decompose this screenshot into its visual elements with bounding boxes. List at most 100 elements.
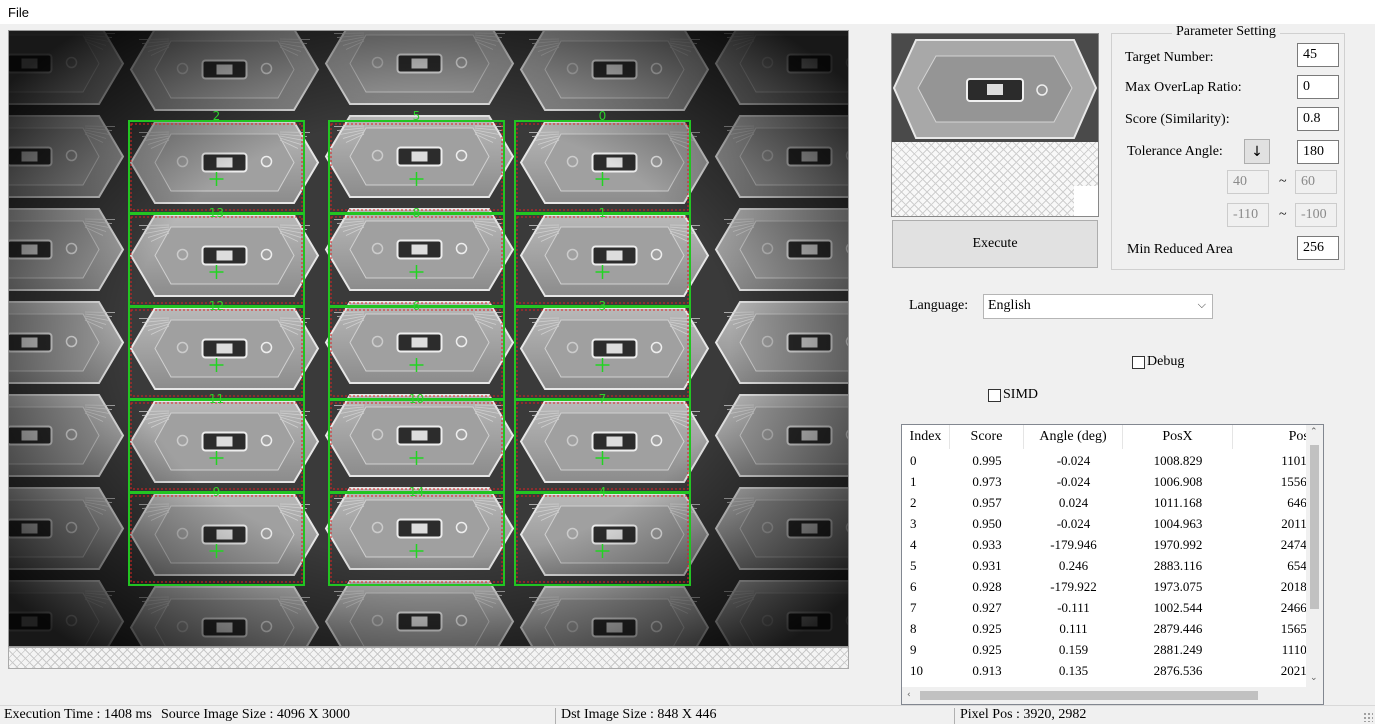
table-cell-index: 5 <box>910 558 917 573</box>
results-table[interactable]: Index Score Angle (deg) PosX PosY 0 0.995… <box>901 424 1324 705</box>
table-header: Index Score Angle (deg) PosX PosY <box>902 425 1319 449</box>
horizontal-scroll-thumb[interactable] <box>920 691 1258 700</box>
match-index-label: 5 <box>413 109 421 123</box>
debug-checkbox[interactable]: Debug <box>1132 354 1184 370</box>
table-row[interactable]: 20.9570.0241011.168646.23 <box>902 492 1323 513</box>
match-index-label: 8 <box>413 206 421 220</box>
table-row[interactable]: 0 0.995 -0.024 1008.829 1101.06 <box>902 450 1323 471</box>
table-cell-index: 0 <box>910 453 917 468</box>
max-overlap-input[interactable] <box>1297 75 1339 99</box>
match-index-label: 13 <box>209 206 224 220</box>
match-index-label: 11 <box>209 392 224 406</box>
table-cell-posx: 1011.168 <box>1153 495 1203 510</box>
chevron-down-icon: ⌵ <box>1197 298 1206 311</box>
match-index-label: 6 <box>413 299 421 313</box>
match-index-label: 1 <box>599 206 607 220</box>
table-cell-score: 0.925 <box>972 642 1002 657</box>
scroll-down-icon[interactable]: ⌄ <box>1310 673 1318 683</box>
table-row[interactable]: 6 0.928 -179.922 1973.075 2018.75 <box>902 576 1323 597</box>
table-cell-angle-deg: -0.024 <box>1056 516 1091 531</box>
column-header-score[interactable]: Score <box>950 425 1024 449</box>
viewport-empty-area <box>8 647 849 669</box>
table-cell-angle-deg: -0.024 <box>1056 453 1091 468</box>
table-cell-posx: 1004.963 <box>1153 516 1203 531</box>
resize-grip[interactable] <box>1363 712 1373 722</box>
menu-bar: File <box>0 0 1375 24</box>
table-row[interactable]: 10 0.913 0.135 2876.536 2021.00 <box>902 660 1323 681</box>
table-horizontal-scrollbar[interactable]: ‹ <box>902 687 1323 704</box>
column-header-angle[interactable]: Angle (deg) <box>1024 425 1123 449</box>
match-index-label: 10 <box>409 392 424 406</box>
angle-range2-to-input[interactable] <box>1295 203 1337 227</box>
match-index-label: 0 <box>599 109 607 123</box>
table-cell-index: 7 <box>910 600 917 615</box>
tolerance-mode-button[interactable]: ↓ <box>1244 139 1270 164</box>
language-selected-value: English <box>988 298 1031 313</box>
table-cell-posx: 2876.536 <box>1153 663 1203 678</box>
angle-range1-to-input[interactable] <box>1295 170 1337 194</box>
debug-label: Debug <box>1147 354 1185 369</box>
table-row[interactable]: 3 0.950 -0.024 1004.963 2011.38 <box>902 513 1323 534</box>
table-cell-score: 0.933 <box>972 537 1002 552</box>
table-cell-index: 10 <box>910 663 923 678</box>
table-cell-posx: 2879.446 <box>1153 621 1203 636</box>
image-viewport[interactable]: 2 5 0 13 8 1 12 6 3 11 10 7 9 14 4 <box>8 30 849 647</box>
table-cell-angle-deg: -0.024 <box>1056 474 1091 489</box>
column-header-index[interactable]: Index <box>902 425 950 449</box>
angle-range2-from-input[interactable] <box>1227 203 1269 227</box>
parameter-setting-title: Parameter Setting <box>1172 24 1280 40</box>
simd-checkbox-box[interactable] <box>988 388 1001 402</box>
table-cell-score: 0.995 <box>972 453 1002 468</box>
debug-checkbox-box[interactable] <box>1132 355 1145 369</box>
template-image <box>892 34 1098 142</box>
table-cell-angle-deg: -179.922 <box>1050 579 1097 594</box>
source-image-size: Source Image Size : 4096 X 3000 <box>161 707 350 722</box>
table-row[interactable]: 7 0.927 -0.111 1002.544 2466.34 <box>902 597 1323 618</box>
table-cell-index: 6 <box>910 579 917 594</box>
table-cell-angle-deg: 0.111 <box>1059 621 1088 636</box>
execute-button[interactable]: Execute <box>892 220 1098 268</box>
match-index-label: 7 <box>599 392 607 406</box>
table-cell-angle-deg: -0.111 <box>1057 600 1090 615</box>
table-vertical-scrollbar[interactable]: ⌃ ⌄ <box>1306 425 1323 687</box>
score-input[interactable] <box>1297 107 1339 131</box>
min-reduced-area-label: Min Reduced Area <box>1127 242 1233 257</box>
pixel-position: Pixel Pos : 3920, 2982 <box>960 707 1087 722</box>
table-cell-posx: 1008.829 <box>1153 453 1203 468</box>
table-row[interactable]: 4 0.933 -179.946 1970.992 2474.09 <box>902 534 1323 555</box>
template-preview <box>891 33 1099 217</box>
table-row[interactable]: 1 0.973 -0.024 1006.908 1556.61 <box>902 471 1323 492</box>
match-index-label: 2 <box>213 109 221 123</box>
execution-time: Execution Time : 1408 ms <box>4 707 152 722</box>
table-row[interactable]: 50.9310.2462883.116654.40 <box>902 555 1323 576</box>
target-number-label: Target Number: <box>1125 50 1214 65</box>
scroll-up-icon[interactable]: ⌃ <box>1310 427 1318 437</box>
table-cell-posx: 1002.544 <box>1153 600 1203 615</box>
table-cell-index: 3 <box>910 516 917 531</box>
simd-checkbox[interactable]: SIMD <box>988 387 1038 403</box>
target-number-input[interactable] <box>1297 43 1339 67</box>
menu-file[interactable]: File <box>8 5 29 20</box>
table-row[interactable]: 8 0.925 0.111 2879.446 1565.60 <box>902 618 1323 639</box>
table-cell-posx: 2883.116 <box>1153 558 1203 573</box>
table-cell-score: 0.950 <box>972 516 1002 531</box>
tolerance-angle-input[interactable] <box>1297 140 1339 164</box>
range1-separator: ~ <box>1279 174 1287 189</box>
max-overlap-label: Max OverLap Ratio: <box>1125 80 1242 95</box>
table-row[interactable]: 9 0.925 0.159 2881.249 1110.75 <box>902 639 1323 660</box>
language-select[interactable]: English ⌵ <box>983 294 1213 319</box>
min-reduced-area-input[interactable] <box>1297 236 1339 260</box>
dst-image-size: Dst Image Size : 848 X 446 <box>561 707 717 722</box>
table-cell-index: 9 <box>910 642 917 657</box>
table-cell-posx: 1973.075 <box>1153 579 1203 594</box>
vertical-scroll-thumb[interactable] <box>1310 445 1319 609</box>
table-cell-index: 2 <box>910 495 917 510</box>
match-result-image: 2 5 0 13 8 1 12 6 3 11 10 7 9 14 4 <box>9 31 848 646</box>
scroll-left-icon[interactable]: ‹ <box>907 690 911 700</box>
table-cell-angle-deg: 0.246 <box>1058 558 1089 573</box>
score-label: Score (Similarity): <box>1125 112 1230 127</box>
column-header-posx[interactable]: PosX <box>1123 425 1233 449</box>
table-cell-index: 4 <box>910 537 917 552</box>
match-index-label: 3 <box>599 299 607 313</box>
angle-range1-from-input[interactable] <box>1227 170 1269 194</box>
